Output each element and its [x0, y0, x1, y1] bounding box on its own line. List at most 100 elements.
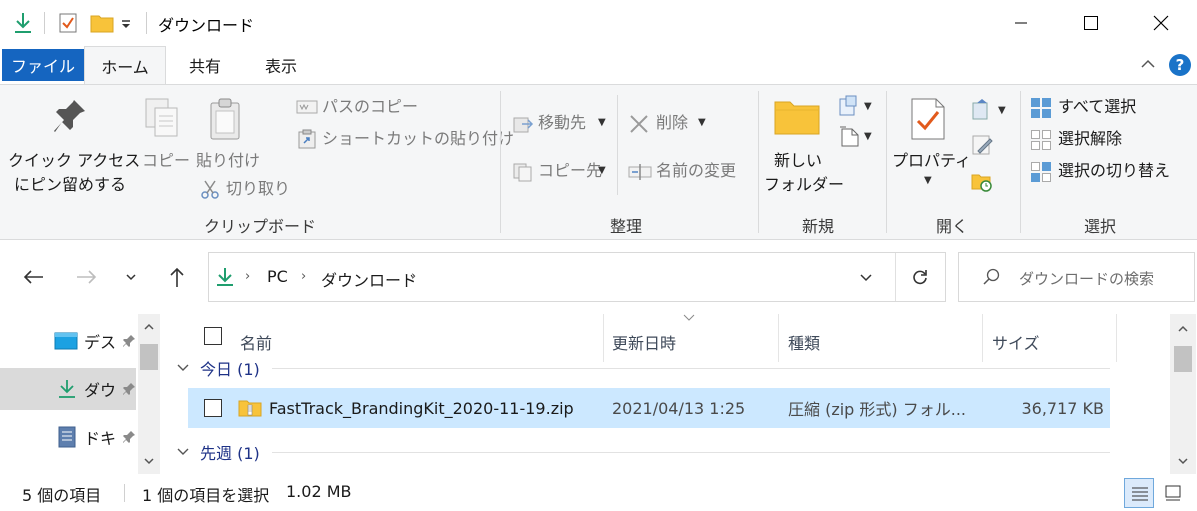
nav-scroll-thumb[interactable]	[140, 344, 158, 370]
file-list-scrollbar[interactable]	[1170, 314, 1196, 474]
nav-label-documents: ドキ	[84, 429, 117, 448]
new-item-caret-icon: ▼	[864, 101, 872, 112]
details-view-button[interactable]	[1124, 478, 1154, 508]
copy-to-button[interactable]: コピー先 ▼	[510, 159, 614, 185]
nav-item-documents[interactable]: ドキ	[0, 416, 136, 458]
back-button[interactable]	[18, 262, 48, 292]
select-all-icon	[1030, 97, 1052, 119]
open-button[interactable]: ▼	[970, 97, 1010, 123]
copy-button[interactable]: コピー	[138, 97, 190, 177]
column-separator-3[interactable]	[982, 314, 983, 362]
organize-group-label: 整理	[610, 217, 643, 236]
scroll-down-icon[interactable]	[143, 456, 155, 466]
group-last-week-line	[272, 452, 1110, 453]
crumb-pc[interactable]: PC	[267, 267, 288, 286]
list-scroll-thumb[interactable]	[1174, 346, 1192, 372]
paste-button[interactable]: 貼り付け	[194, 97, 264, 177]
customize-qa-chevron-icon[interactable]	[120, 18, 132, 30]
group-collapse-chevron-icon-2	[177, 448, 189, 455]
select-all-button[interactable]: すべて選択	[1028, 95, 1188, 121]
address-bar[interactable]: › PC › ダウンロード ›	[208, 252, 946, 302]
move-to-label: 移動先	[538, 113, 587, 132]
properties-icon	[910, 97, 946, 141]
column-header-size[interactable]: サイズ	[992, 322, 1040, 362]
tab-file[interactable]: ファイル	[2, 49, 84, 81]
close-button[interactable]	[1126, 0, 1196, 46]
documents-icon	[58, 426, 76, 448]
column-separator-2[interactable]	[778, 314, 779, 362]
move-to-button[interactable]: 移動先 ▼	[510, 111, 610, 137]
paste-shortcut-label: ショートカットの貼り付け	[322, 129, 515, 148]
copy-to-label: コピー先	[538, 161, 603, 180]
nav-scrollbar[interactable]	[138, 314, 160, 474]
crumb-downloads[interactable]: ダウンロード	[321, 267, 417, 291]
new-folder-button[interactable]: 新しい フォルダー	[764, 97, 844, 201]
list-scroll-up-icon[interactable]	[1177, 324, 1189, 334]
pin-small-icon-3	[122, 430, 136, 444]
rename-button[interactable]: 名前の変更	[626, 159, 746, 185]
downloads-nav-icon	[58, 379, 76, 399]
paste-label: 貼り付け	[196, 151, 261, 170]
edit-button[interactable]	[970, 133, 1000, 159]
new-folder-icon[interactable]	[90, 13, 114, 33]
paste-shortcut-button[interactable]: ショートカットの貼り付け	[294, 127, 514, 151]
ribbon: クイック アクセス にピン留めする コピー 貼り付け パスのコピー ショートカッ…	[0, 84, 1197, 240]
address-history-chevron-icon[interactable]	[859, 273, 873, 283]
row-checkbox[interactable]	[204, 399, 222, 417]
nav-label-desktop: デス	[84, 333, 117, 352]
refresh-icon[interactable]	[911, 268, 929, 286]
scroll-up-icon[interactable]	[143, 322, 155, 332]
group-today[interactable]: 今日 (1)	[176, 356, 260, 380]
file-name[interactable]: FastTrack_BrandingKit_2020-11-19.zip	[269, 388, 574, 428]
list-scroll-down-icon[interactable]	[1177, 456, 1189, 466]
group-today-label: 今日 (1)	[200, 360, 260, 379]
collapse-ribbon-chevron-icon[interactable]	[1140, 58, 1156, 70]
copy-path-button[interactable]: パスのコピー	[294, 95, 418, 119]
new-item-button[interactable]: ▼	[838, 95, 878, 119]
desktop-icon	[54, 332, 78, 350]
tab-view[interactable]: 表示	[246, 46, 316, 84]
large-icons-view-button[interactable]	[1158, 478, 1188, 508]
history-button[interactable]	[970, 169, 1000, 195]
delete-x-icon	[628, 113, 650, 135]
properties-check-icon[interactable]	[58, 12, 78, 34]
address-divider	[895, 253, 896, 301]
open-group-label: 開く	[936, 217, 969, 236]
maximize-button[interactable]	[1056, 0, 1126, 46]
invert-selection-icon	[1030, 161, 1052, 183]
downloads-small-icon	[215, 266, 235, 288]
clipboard-group-label: クリップボード	[204, 217, 317, 236]
status-separator	[124, 484, 125, 502]
column-separator-4[interactable]	[1116, 314, 1117, 362]
select-none-icon	[1030, 129, 1052, 151]
invert-selection-label: 選択の切り替え	[1058, 161, 1171, 180]
column-header-modified[interactable]: 更新日時	[612, 322, 676, 362]
column-separator[interactable]	[603, 314, 604, 362]
easy-access-button[interactable]: ▼	[838, 125, 878, 149]
invert-selection-button[interactable]: 選択の切り替え	[1028, 159, 1194, 185]
delete-button[interactable]: 削除 ▼	[626, 111, 712, 137]
select-none-button[interactable]: 選択解除	[1028, 127, 1188, 153]
cut-button[interactable]: 切り取り	[198, 177, 298, 201]
group-collapse-chevron-icon	[177, 364, 189, 371]
nav-item-downloads[interactable]: ダウ	[0, 368, 136, 410]
tab-home[interactable]: ホーム	[84, 46, 166, 84]
properties-button[interactable]: プロパティ ▼	[892, 97, 971, 201]
group-last-week-label: 先週 (1)	[200, 444, 260, 463]
search-box[interactable]: ダウンロードの検索	[958, 252, 1195, 302]
tab-share[interactable]: 共有	[170, 46, 240, 84]
up-button[interactable]	[162, 262, 192, 292]
column-header-type[interactable]: 種類	[788, 322, 820, 362]
address-row: › PC › ダウンロード › ダウンロードの検索	[0, 240, 1197, 314]
minimize-button[interactable]	[986, 0, 1056, 46]
ribbon-tabs: ファイル ホーム 共有 表示 ?	[0, 46, 1197, 84]
group-last-week[interactable]: 先週 (1)	[176, 440, 260, 464]
select-all-checkbox[interactable]	[204, 327, 222, 345]
forward-arrow-icon	[77, 270, 97, 284]
zip-folder-icon	[238, 399, 262, 417]
help-icon[interactable]: ?	[1168, 53, 1192, 77]
nav-item-desktop[interactable]: デス	[0, 320, 136, 362]
recent-locations-button[interactable]	[116, 262, 146, 292]
pin-to-quick-access-button[interactable]: クイック アクセス にピン留めする	[8, 97, 140, 199]
forward-button[interactable]	[72, 262, 102, 292]
